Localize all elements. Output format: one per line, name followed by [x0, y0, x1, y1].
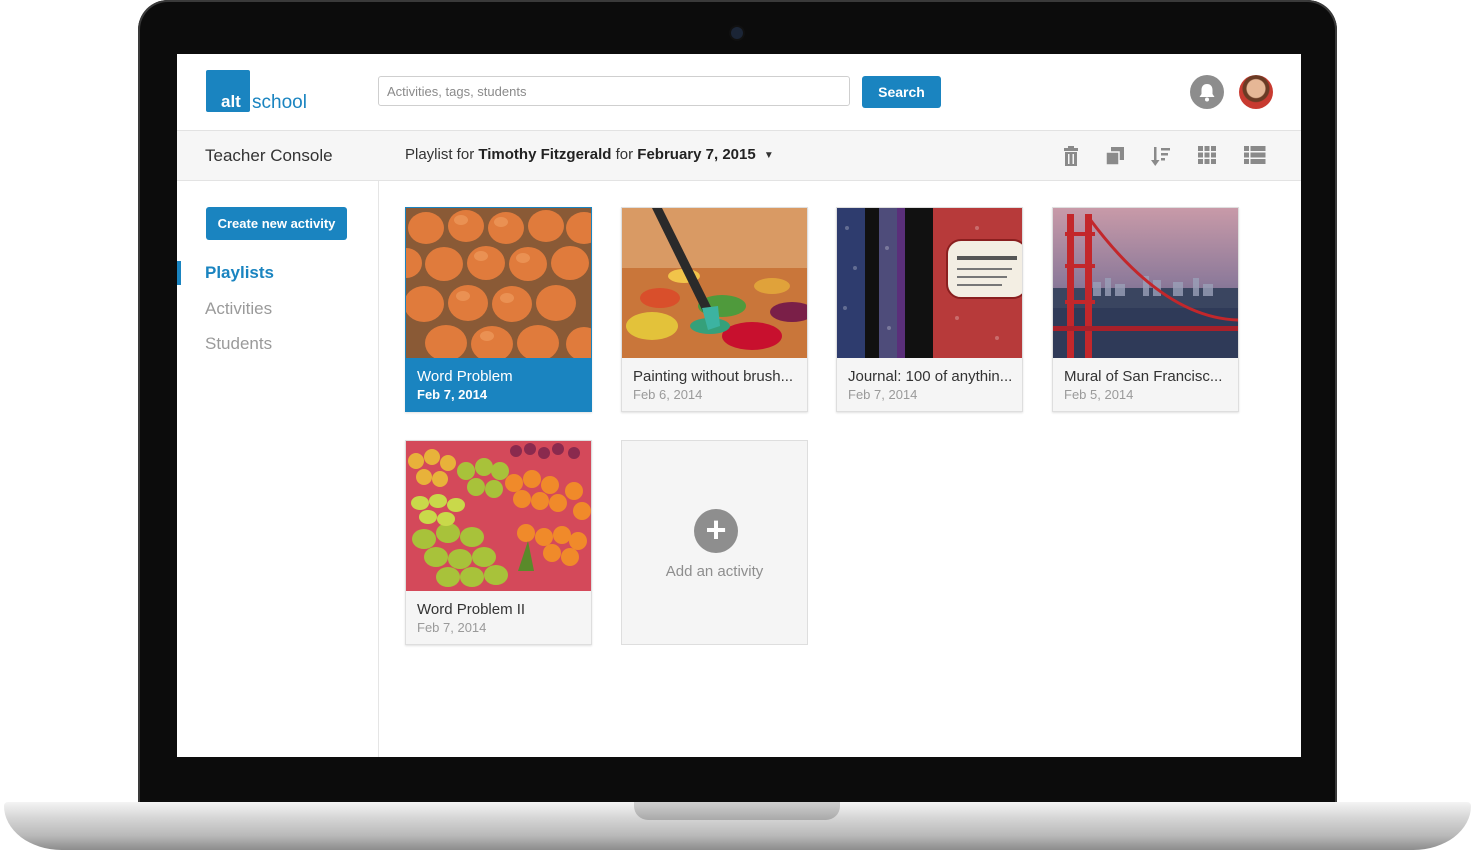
card-thumbnail-bridge	[1053, 208, 1238, 358]
playlist-prefix: Playlist for	[405, 146, 475, 163]
create-activity-button[interactable]: Create new activity	[206, 207, 347, 240]
activity-card[interactable]: Word Problem Feb 7, 2014	[405, 207, 592, 412]
card-title: Word Problem	[417, 368, 513, 385]
list-view-icon[interactable]	[1243, 145, 1266, 167]
card-date: Feb 6, 2014	[633, 387, 703, 402]
top-bar: alt school Search	[177, 54, 1301, 131]
sidebar-item-activities[interactable]: Activities	[205, 299, 272, 319]
card-date: Feb 5, 2014	[1064, 387, 1134, 402]
trash-icon[interactable]	[1060, 145, 1082, 167]
camera-icon	[731, 27, 743, 39]
bell-icon[interactable]	[1190, 75, 1224, 109]
playlist-student: Timothy Fitzgerald	[478, 146, 612, 163]
duplicate-icon[interactable]	[1104, 145, 1126, 167]
sidebar: Create new activity Playlists Activities…	[177, 181, 379, 757]
add-activity-label: Add an activity	[665, 563, 764, 580]
card-title: Journal: 100 of anythin...	[848, 368, 1013, 385]
avatar[interactable]	[1239, 75, 1273, 109]
sidebar-item-students[interactable]: Students	[205, 334, 272, 354]
activity-card[interactable]: Painting without brush... Feb 6, 2014	[621, 207, 808, 412]
logo-school-text: school	[252, 92, 307, 113]
chevron-down-icon: ▼	[763, 149, 774, 161]
card-title: Word Problem II	[417, 601, 526, 618]
card-thumbnail-fruit	[406, 441, 591, 591]
activity-card[interactable]: Mural of San Francisc... Feb 5, 2014	[1052, 207, 1239, 412]
activity-card[interactable]: Journal: 100 of anythin... Feb 7, 2014	[836, 207, 1023, 412]
sub-bar: Teacher Console Playlist for Timothy Fit…	[177, 131, 1301, 181]
plus-icon: +	[694, 509, 738, 553]
playlist-title[interactable]: Playlist for Timothy Fitzgerald for Febr…	[405, 146, 774, 163]
search-button[interactable]: Search	[862, 76, 941, 108]
grid-view-icon[interactable]	[1196, 145, 1218, 167]
logo-alt-text: alt	[221, 92, 241, 111]
sort-icon[interactable]	[1150, 145, 1172, 167]
active-nav-marker	[177, 261, 181, 285]
card-title: Mural of San Francisc...	[1064, 368, 1223, 385]
card-thumbnail-notebooks	[837, 208, 1022, 358]
search-input[interactable]	[378, 76, 850, 106]
playlist-mid: for	[615, 146, 634, 163]
card-date: Feb 7, 2014	[417, 620, 487, 635]
card-date: Feb 7, 2014	[417, 387, 488, 402]
sidebar-item-playlists[interactable]: Playlists	[205, 263, 274, 283]
card-date: Feb 7, 2014	[848, 387, 918, 402]
laptop-notch	[634, 802, 840, 820]
card-thumbnail-eggs	[406, 208, 591, 358]
card-title: Painting without brush...	[633, 368, 794, 385]
console-title: Teacher Console	[205, 146, 333, 165]
add-activity-card[interactable]: + Add an activity	[621, 440, 808, 645]
card-thumbnail-paints	[622, 208, 807, 358]
activity-card[interactable]: Word Problem II Feb 7, 2014	[405, 440, 592, 645]
playlist-date: February 7, 2015	[637, 146, 756, 163]
app-screen: alt school Search Teacher Console Playli…	[177, 54, 1301, 757]
